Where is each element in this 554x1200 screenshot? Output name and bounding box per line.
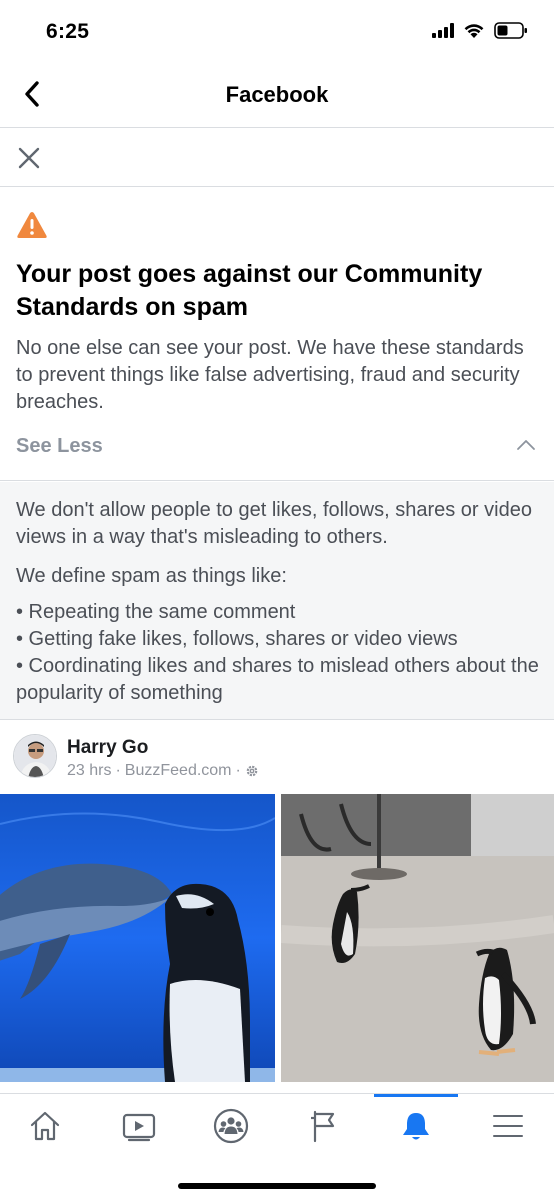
home-icon [30, 1111, 60, 1141]
chevron-up-icon[interactable] [516, 438, 536, 452]
details-intro: We define spam as things like: [16, 565, 287, 587]
avatar[interactable] [13, 734, 57, 778]
bell-icon [403, 1113, 429, 1140]
list-item: • Repeating the same comment [16, 601, 296, 623]
gear-icon [246, 765, 258, 777]
spam-examples-list: • Repeating the same comment • Getting f… [16, 599, 541, 707]
active-tab-indicator [374, 1094, 458, 1097]
flag-icon [311, 1110, 335, 1143]
tab-bar [0, 1093, 554, 1200]
status-time: 6:25 [46, 20, 90, 43]
list-item: • Coordinating likes and shares to misle… [16, 655, 539, 704]
battery-icon [494, 22, 527, 39]
tab-watch[interactable] [114, 1106, 164, 1146]
meta-separator: · [115, 762, 121, 779]
tab-home[interactable] [20, 1106, 70, 1146]
list-item: • Getting fake likes, follows, shares or… [16, 628, 458, 650]
status-icons [432, 22, 528, 39]
page-title: Facebook [225, 82, 329, 107]
see-less-button[interactable]: See Less [16, 435, 103, 458]
groups-icon [213, 1108, 249, 1144]
menu-icon [493, 1115, 523, 1137]
tab-pages[interactable] [298, 1106, 348, 1146]
post-source[interactable]: BuzzFeed.com [125, 762, 232, 780]
warning-section: Your post goes against our Community Sta… [0, 188, 554, 481]
post-meta: 23 hrs · BuzzFeed.com · [67, 762, 259, 780]
post-photo-penguins[interactable] [281, 794, 554, 1082]
nav-bar: Facebook [0, 64, 554, 128]
cellular-signal-icon [432, 23, 454, 38]
warning-title: Your post goes against our Community Sta… [16, 260, 483, 321]
tab-menu[interactable] [483, 1106, 533, 1146]
close-icon [18, 147, 40, 169]
close-button[interactable] [14, 143, 44, 173]
close-row [0, 129, 554, 187]
post-photo-dolphin-penguin[interactable] [0, 794, 275, 1082]
wifi-icon [464, 23, 484, 38]
meta-separator: · [235, 762, 241, 779]
post-card: Harry Go 23 hrs · BuzzFeed.com · [0, 721, 554, 1093]
home-indicator [178, 1183, 376, 1189]
tab-groups[interactable] [206, 1106, 256, 1146]
spam-details: We don't allow people to get likes, foll… [0, 482, 554, 720]
status-bar: 6:25 [0, 0, 554, 64]
tab-notifications[interactable] [391, 1106, 441, 1146]
details-paragraph: We don't allow people to get likes, foll… [16, 499, 532, 548]
warning-icon [17, 212, 47, 238]
post-author[interactable]: Harry Go [67, 737, 148, 759]
warning-description: No one else can see your post. We have t… [16, 337, 524, 413]
video-icon [122, 1113, 156, 1142]
post-time: 23 hrs [67, 762, 112, 779]
